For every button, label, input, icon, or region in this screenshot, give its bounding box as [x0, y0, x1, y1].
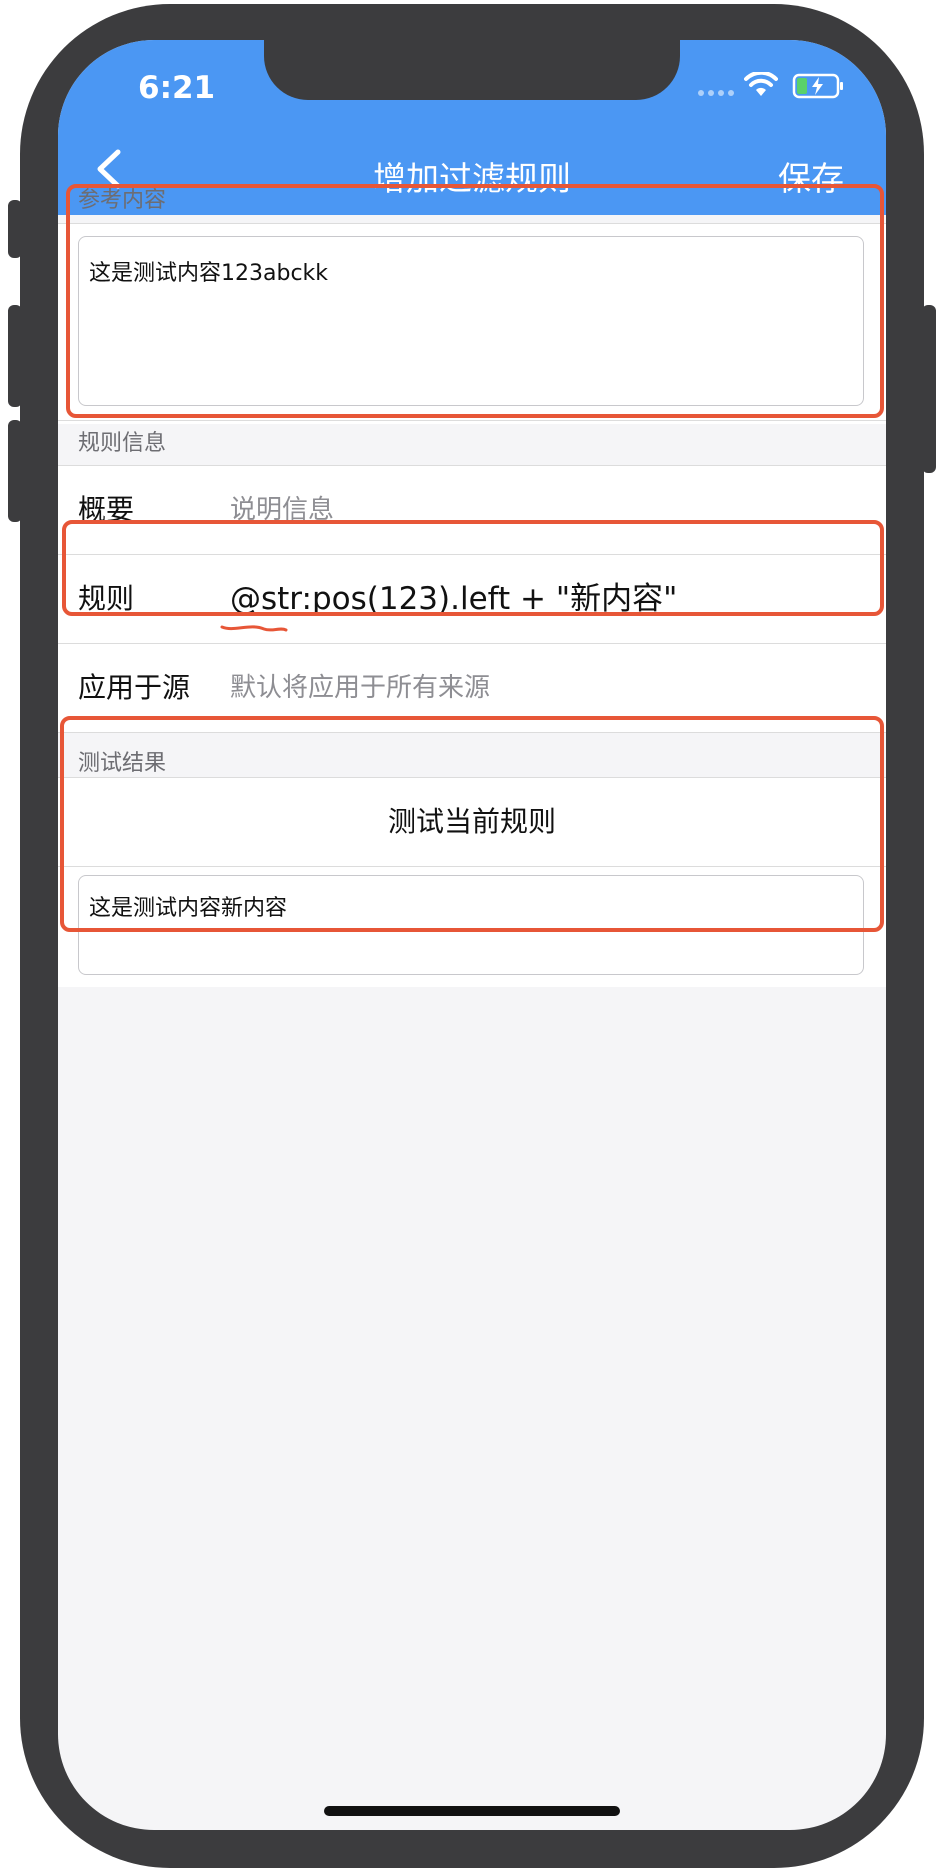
signal-dots-icon [698, 90, 734, 96]
annotation-underline [220, 625, 288, 632]
annotation-box-test [60, 716, 884, 932]
power-button [922, 305, 936, 473]
annotation-box-rule [62, 520, 884, 616]
annotation-box-reference [66, 184, 884, 418]
battery-charging-icon [792, 73, 843, 99]
wifi-icon [744, 72, 778, 96]
status-time: 6:21 [138, 70, 216, 106]
rule-info-section-header: 规则信息 [58, 420, 886, 466]
screen: 6:21 增加过滤规则 保存 参考内容 这是测试内容123abckk 规则信息 … [58, 40, 886, 1830]
home-indicator [324, 1806, 620, 1816]
notch [264, 40, 680, 100]
